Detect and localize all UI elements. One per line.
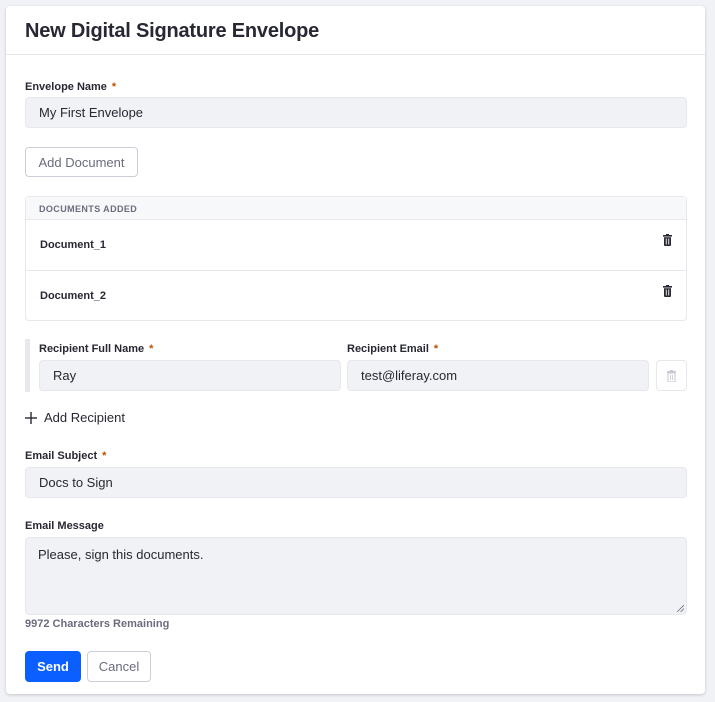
recipient-name-input[interactable]: Ray — [39, 360, 341, 391]
documents-header: DOCUMENTS ADDED — [26, 197, 686, 220]
email-message-label: Email Message — [25, 520, 104, 532]
add-recipient-button[interactable]: Add Recipient — [25, 410, 125, 425]
trash-icon — [667, 369, 676, 382]
email-subject-value: Docs to Sign — [39, 475, 113, 490]
envelope-name-label: Envelope Name * — [25, 81, 116, 93]
trash-icon[interactable] — [663, 285, 672, 297]
email-subject-input[interactable]: Docs to Sign — [25, 467, 687, 498]
cancel-button[interactable]: Cancel — [87, 651, 151, 682]
card-header: New Digital Signature Envelope — [6, 6, 705, 55]
document-row: Document_1 — [26, 220, 686, 271]
resize-handle-icon[interactable] — [676, 604, 684, 612]
required-mark: * — [102, 450, 107, 462]
send-button[interactable]: Send — [25, 651, 81, 682]
required-mark: * — [433, 343, 439, 355]
characters-remaining: 9972 Characters Remaining — [25, 618, 170, 630]
recipient-email-input[interactable]: test@liferay.com — [347, 360, 649, 391]
trash-icon[interactable] — [663, 234, 672, 246]
email-subject-label: Email Subject * — [25, 450, 106, 462]
email-message-value: Please, sign this documents. — [38, 547, 204, 562]
plus-icon — [25, 411, 37, 424]
document-name: Document_1 — [40, 239, 107, 251]
email-subject-label-text: Email Subject — [25, 450, 98, 462]
envelope-name-input[interactable]: My First Envelope — [25, 97, 687, 128]
recipient-group-indicator — [25, 339, 30, 392]
remove-recipient-button[interactable] — [656, 360, 687, 391]
document-name: Document_2 — [40, 290, 107, 302]
page-title: New Digital Signature Envelope — [25, 20, 320, 42]
email-message-textarea[interactable]: Please, sign this documents. — [25, 537, 687, 615]
envelope-name-label-text: Envelope Name — [25, 81, 107, 93]
recipient-name-label: Recipient Full Name * — [39, 343, 153, 355]
documents-panel: DOCUMENTS ADDED Document_1 Document_2 — [25, 196, 687, 321]
envelope-form-card: New Digital Signature Envelope Envelope … — [6, 6, 705, 694]
recipient-email-value: test@liferay.com — [361, 368, 458, 383]
recipient-email-label-text: Recipient Email — [347, 343, 429, 355]
recipient-name-label-text: Recipient Full Name — [39, 343, 145, 355]
recipient-name-value: Ray — [53, 368, 77, 383]
add-recipient-label: Add Recipient — [44, 410, 125, 425]
recipient-email-label: Recipient Email * — [347, 343, 438, 355]
required-mark: * — [111, 81, 117, 93]
document-row: Document_2 — [26, 271, 686, 322]
required-mark: * — [149, 343, 154, 355]
add-document-button[interactable]: Add Document — [25, 147, 138, 177]
envelope-name-value: My First Envelope — [39, 105, 144, 120]
